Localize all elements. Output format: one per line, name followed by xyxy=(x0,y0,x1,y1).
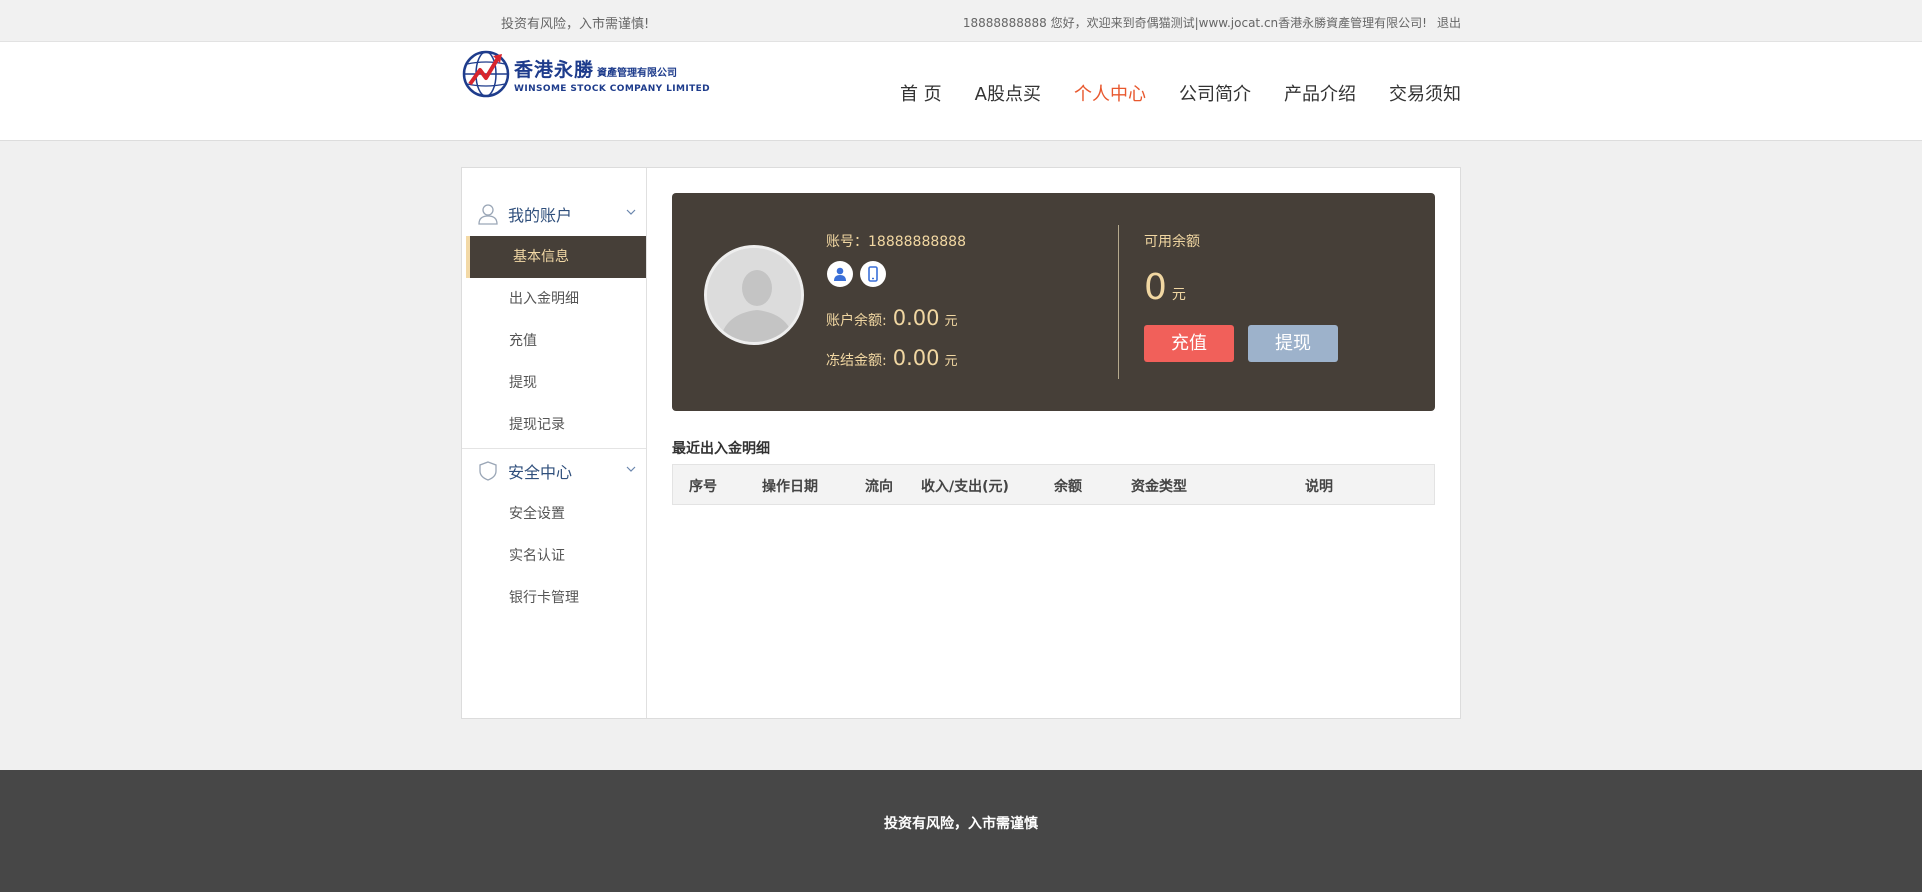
currency-unit: 元 xyxy=(1171,287,1186,303)
logo-chinese-name: 香港永勝 資產管理有限公司 xyxy=(514,55,710,82)
logout-link[interactable]: 退出 xyxy=(1437,16,1461,30)
site-header: 香港永勝 資產管理有限公司 WINSOME STOCK COMPANY LIMIT… xyxy=(0,42,1922,141)
account-balance-value: 0.00 xyxy=(892,306,940,330)
nav-home[interactable]: 首 页 xyxy=(900,80,942,106)
account-balance-label: 账户余额: xyxy=(826,313,887,329)
user-icon xyxy=(834,267,846,281)
account-number: 账号：18888888888 xyxy=(826,234,966,250)
sidebar-item-recharge[interactable]: 充值 xyxy=(462,320,646,362)
site-footer: 投资有风险，入市需谨慎 xyxy=(0,770,1922,892)
sidebar-group-my-account[interactable]: 我的账户 xyxy=(462,192,646,236)
main-nav: 首 页 A股点买 个人中心 公司简介 产品介绍 交易须知 xyxy=(867,80,1461,106)
transactions-table-header: 序号 操作日期 流向 收入/支出(元) 余额 资金类型 说明 xyxy=(672,464,1435,505)
account-summary-panel: 账号：18888888888 账户余额: 0.00 元 冻结金额: 0.00 元… xyxy=(672,193,1435,411)
welcome-message: 18888888888 您好，欢迎来到奇偶猫测试|www.jocat.cn香港永… xyxy=(963,14,1461,31)
sidebar-item-withdraw[interactable]: 提现 xyxy=(462,362,646,404)
panel-divider xyxy=(1118,225,1119,379)
recent-transactions-title: 最近出入金明细 xyxy=(672,441,770,457)
sidebar-item-basic-info[interactable]: 基本信息 xyxy=(466,236,646,278)
account-card: 我的账户 基本信息 出入金明细 充值 提现 提现记录 安全中心 安全设置 实名认… xyxy=(461,167,1461,719)
column-header-balance: 余额 xyxy=(1054,479,1082,495)
available-balance-value: 0 xyxy=(1144,267,1167,308)
sidebar: 我的账户 基本信息 出入金明细 充值 提现 提现记录 安全中心 安全设置 实名认… xyxy=(462,168,647,718)
frozen-balance-row: 冻结金额: 0.00 元 xyxy=(826,346,958,370)
company-logo[interactable]: 香港永勝 資產管理有限公司 WINSOME STOCK COMPANY LIMIT… xyxy=(462,50,710,98)
logo-cn-main: 香港永勝 xyxy=(514,58,595,81)
available-balance-label: 可用余额 xyxy=(1144,234,1200,250)
withdraw-button[interactable]: 提现 xyxy=(1248,325,1338,362)
sidebar-group-label: 我的账户 xyxy=(508,206,573,225)
logo-cn-sub: 資產管理有限公司 xyxy=(597,67,678,79)
column-header-direction: 流向 xyxy=(865,479,893,495)
column-header-date: 操作日期 xyxy=(762,479,818,495)
risk-notice: 投资有风险，入市需谨慎! xyxy=(501,17,650,32)
currency-unit: 元 xyxy=(944,314,958,329)
top-bar: 投资有风险，入市需谨慎! 18888888888 您好，欢迎来到奇偶猫测试|ww… xyxy=(0,0,1922,42)
chevron-down-icon xyxy=(626,209,636,215)
currency-unit: 元 xyxy=(944,354,958,369)
default-avatar-icon xyxy=(707,248,801,342)
chevron-down-icon xyxy=(626,466,636,472)
footer-risk-notice: 投资有风险，入市需谨慎 xyxy=(884,816,1038,832)
sidebar-item-real-name[interactable]: 实名认证 xyxy=(462,535,646,577)
recharge-button[interactable]: 充值 xyxy=(1144,325,1234,362)
frozen-balance-label: 冻结金额: xyxy=(826,353,887,369)
nav-trading-notice[interactable]: 交易须知 xyxy=(1389,80,1461,106)
frozen-balance-value: 0.00 xyxy=(892,346,940,370)
avatar[interactable] xyxy=(704,245,804,345)
account-balance-row: 账户余额: 0.00 元 xyxy=(826,306,958,330)
column-header-index: 序号 xyxy=(689,479,717,495)
logo-english-name: WINSOME STOCK COMPANY LIMITED xyxy=(514,83,711,94)
main-content: 账号：18888888888 账户余额: 0.00 元 冻结金额: 0.00 元… xyxy=(672,193,1435,505)
sidebar-item-fund-details[interactable]: 出入金明细 xyxy=(462,278,646,320)
sidebar-group-security[interactable]: 安全中心 xyxy=(462,449,646,493)
sidebar-item-bank-cards[interactable]: 银行卡管理 xyxy=(462,577,646,619)
nav-a-share-buy[interactable]: A股点买 xyxy=(975,80,1041,106)
verification-badges xyxy=(827,261,893,287)
globe-logo-icon xyxy=(462,50,510,98)
sidebar-item-security-settings[interactable]: 安全设置 xyxy=(462,493,646,535)
column-header-fund-type: 资金类型 xyxy=(1131,479,1187,495)
nav-company-intro[interactable]: 公司简介 xyxy=(1179,80,1251,106)
sidebar-group-label: 安全中心 xyxy=(508,463,573,482)
available-balance: 0 元 xyxy=(1144,267,1186,308)
column-header-amount: 收入/支出(元) xyxy=(921,479,1009,495)
nav-personal-center[interactable]: 个人中心 xyxy=(1074,80,1146,106)
phone-icon xyxy=(868,266,878,282)
phone-verified-badge[interactable] xyxy=(860,261,886,287)
nav-products[interactable]: 产品介绍 xyxy=(1284,80,1356,106)
shield-icon xyxy=(479,461,497,481)
identity-verified-badge[interactable] xyxy=(827,261,853,287)
logo-text: 香港永勝 資產管理有限公司 WINSOME STOCK COMPANY LIMIT… xyxy=(514,55,710,94)
sidebar-item-withdraw-records[interactable]: 提现记录 xyxy=(462,404,646,446)
column-header-description: 说明 xyxy=(1305,479,1333,495)
welcome-text: 18888888888 您好，欢迎来到奇偶猫测试|www.jocat.cn香港永… xyxy=(962,16,1427,30)
user-icon xyxy=(478,204,498,225)
